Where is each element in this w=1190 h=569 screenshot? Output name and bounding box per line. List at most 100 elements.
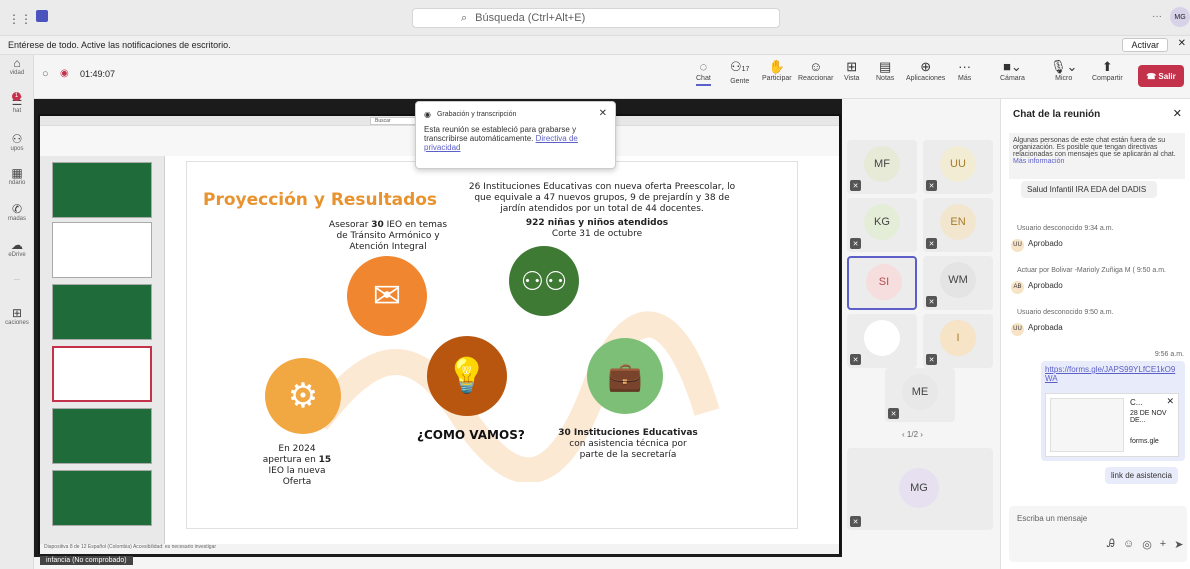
- chat-title: Chat de la reunión: [1013, 109, 1101, 120]
- chat-bubble-self: link de asistencia: [1105, 467, 1178, 484]
- avatar-photo: [864, 320, 900, 356]
- close-icon[interactable]: ✕: [1166, 396, 1174, 407]
- react-button[interactable]: ☺ Reaccionar: [798, 59, 833, 82]
- message-meta: Actuar por Bolivar -Marioly Zuñiga M ( 9…: [1017, 267, 1166, 274]
- avatar: I: [940, 320, 976, 356]
- participant-tile[interactable]: UU ✕: [923, 140, 993, 194]
- chat-icon: ◌: [699, 59, 708, 74]
- people-button[interactable]: ⚇17 Gente: [730, 59, 749, 85]
- unread-badge: 1: [12, 92, 21, 101]
- apps-button[interactable]: ⊕ Aplicaciones: [906, 59, 945, 82]
- rail-calendar[interactable]: ▦ ndario: [0, 167, 34, 187]
- notes-button[interactable]: ▤ Notas: [876, 59, 894, 82]
- participant-tile[interactable]: EN ✕: [923, 198, 993, 252]
- compose-box[interactable]: Escriba un mensaje Ꭿ ☺ ◎ + ➤: [1009, 506, 1187, 562]
- mic-off-icon: ✕: [850, 516, 861, 527]
- participant-tile[interactable]: KG ✕: [847, 198, 917, 252]
- search-icon: ⌕: [461, 11, 468, 24]
- raise-hand-button[interactable]: ✋ Participar: [762, 59, 792, 82]
- link-preview-card[interactable]: C... ✕ 28 DE NOV DE... forms.gle: [1045, 393, 1179, 457]
- chat-message: UU Aprobado: [1011, 239, 1063, 252]
- close-icon[interactable]: ✕: [1178, 38, 1186, 49]
- envelope-circle: ✉: [347, 256, 427, 336]
- rail-onedrive[interactable]: ☁ eDrive: [0, 239, 34, 259]
- chat-panel: Chat de la reunión ✕ Algunas personas de…: [1000, 99, 1190, 569]
- rail-teams[interactable]: ⚇ upos: [0, 133, 34, 153]
- people-circle: ⚇⚇: [509, 246, 579, 316]
- leave-button[interactable]: ☎ Salir: [1138, 65, 1184, 87]
- envelope-icon: ✉: [372, 277, 402, 315]
- chat-button[interactable]: ◌ Chat: [696, 59, 711, 86]
- slide-thumb[interactable]: [52, 470, 152, 526]
- compose-placeholder: Escriba un mensaje: [1017, 514, 1088, 523]
- avatar: KG: [864, 204, 900, 240]
- mic-button[interactable]: 🎙⌄ Micro: [1050, 59, 1077, 82]
- message-meta: Usuario desconocido 9:34 a.m.: [1017, 225, 1114, 232]
- bell-icon: ⌂: [13, 56, 21, 70]
- rail-chat[interactable]: ☰ hat 1: [0, 92, 34, 114]
- self-tile[interactable]: MG ✕: [847, 448, 993, 530]
- user-avatar[interactable]: MG: [1170, 7, 1190, 27]
- slide-thumb[interactable]: [52, 222, 152, 278]
- people-icon: ⚇⚇: [520, 265, 568, 296]
- apps-grid-icon[interactable]: ⋮⋮: [8, 12, 32, 26]
- rail-more[interactable]: ···: [0, 277, 34, 283]
- card-date: 28 DE NOV DE...: [1130, 410, 1167, 424]
- avatar: MF: [864, 146, 900, 182]
- avatar: WM: [940, 262, 976, 298]
- format-icon[interactable]: Ꭿ: [1107, 538, 1115, 551]
- slide-thumb[interactable]: [52, 284, 152, 340]
- title-bar: ⋮⋮ ⌕ Búsqueda (Ctrl+Alt+E) ··· MG: [0, 0, 1190, 36]
- search-box[interactable]: ⌕ Búsqueda (Ctrl+Alt+E): [412, 8, 780, 28]
- chat-message: AB Aprobado: [1011, 281, 1063, 294]
- teams-logo-icon: [36, 10, 48, 22]
- loop-icon[interactable]: ◎: [1142, 538, 1152, 551]
- text-asistencia-tecnica: 30 Instituciones Educativas con asistenc…: [558, 428, 698, 460]
- gear-circle: ⚙: [265, 358, 341, 434]
- powerpoint-window: Buscar Proyección y Resultados ✉ ⚇⚇ 💡 ⚙ …: [38, 114, 841, 554]
- share-button[interactable]: ⬆ Compartir: [1092, 59, 1123, 82]
- participant-tile[interactable]: I ✕: [923, 314, 993, 368]
- avatar: SI: [866, 264, 902, 300]
- avatar: MG: [899, 468, 939, 508]
- activate-button[interactable]: Activar: [1122, 38, 1168, 52]
- message-meta: Usuario desconocido 9:50 a.m.: [1017, 309, 1114, 316]
- mic-off-icon: ✕: [926, 180, 937, 191]
- text-como-vamos: ¿COMO VAMOS?: [417, 428, 525, 442]
- slide-thumb-selected[interactable]: [52, 346, 152, 402]
- participant-tile[interactable]: WM ✕: [923, 256, 993, 310]
- forms-link[interactable]: https://forms.gle/JAPS99YLfCE1kO9WA: [1045, 365, 1179, 383]
- more-button[interactable]: ··· Más: [958, 59, 971, 82]
- chat-message: UU Aprobada: [1011, 323, 1063, 336]
- participant-tile[interactable]: ME ✕: [885, 368, 955, 422]
- notification-text: Entérese de todo. Active las notificacio…: [8, 40, 231, 50]
- external-warning: Algunas personas de este chat están fuer…: [1009, 133, 1185, 179]
- camera-button[interactable]: ■⌄ Cámara: [1000, 59, 1025, 82]
- mic-off-icon: ✕: [850, 354, 861, 365]
- participant-tile[interactable]: MF ✕: [847, 140, 917, 194]
- more-options-button[interactable]: ···: [1152, 11, 1162, 22]
- text-asesorar: Asesorar 30 IEO en temas de Tránsito Arm…: [328, 220, 448, 252]
- rail-calls[interactable]: ✆ madas: [0, 203, 34, 223]
- slide-canvas: Proyección y Resultados ✉ ⚇⚇ 💡 ⚙ 💼 Aseso…: [186, 161, 798, 529]
- mic-off-icon: ✕: [850, 180, 861, 191]
- emoji-icon[interactable]: ☺: [1123, 538, 1134, 551]
- rail-activity[interactable]: ⌂ vidad: [0, 56, 34, 77]
- close-icon[interactable]: ✕: [1173, 107, 1182, 120]
- tile-pager[interactable]: ‹ 1/2 ›: [902, 430, 923, 439]
- close-icon[interactable]: ✕: [599, 108, 607, 119]
- more-info-link[interactable]: Más información: [1013, 158, 1064, 165]
- view-button[interactable]: ⊞ Vista: [844, 59, 859, 82]
- plus-icon[interactable]: +: [1160, 538, 1166, 551]
- mic-off-icon: ✕: [850, 238, 861, 249]
- send-icon[interactable]: ➤: [1174, 538, 1183, 551]
- slide-thumb[interactable]: [52, 162, 152, 218]
- people-icon: ⚇17: [730, 59, 750, 74]
- participant-tile-active[interactable]: SI: [847, 256, 917, 310]
- lightbulb-circle: 💡: [427, 336, 507, 416]
- participant-tile[interactable]: ✕: [847, 314, 917, 368]
- meeting-toolbar: ○ ◉ 01:49:07 ◌ Chat ⚇17 Gente ✋ Participar …: [34, 55, 1190, 99]
- rail-apps[interactable]: ⊞ caciones: [0, 307, 34, 327]
- slide-thumb[interactable]: [52, 408, 152, 464]
- mic-off-icon: ✕: [926, 354, 937, 365]
